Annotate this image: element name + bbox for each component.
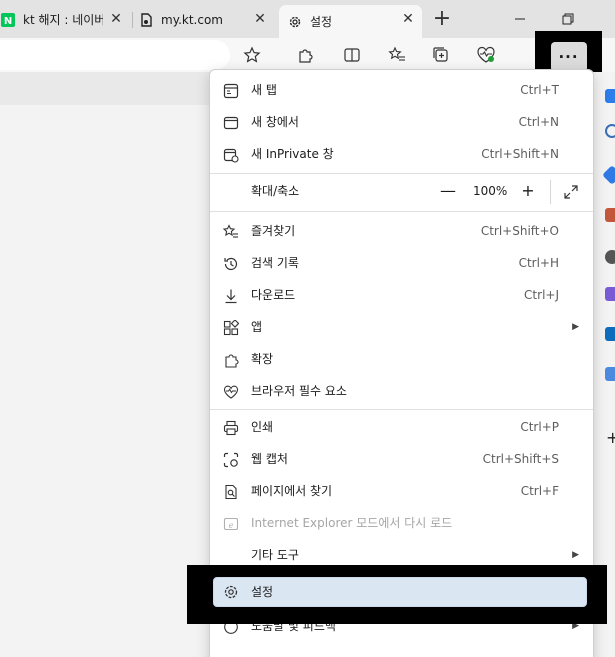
menu-label: Internet Explorer 모드에서 다시 로드 — [251, 516, 453, 530]
menu-label: 브라우저 필수 요소 — [251, 384, 347, 398]
copilot-icon[interactable] — [605, 89, 615, 103]
inprivate-icon — [222, 146, 240, 164]
tab-strip: N kt 해지 : 네이버 ✕ my.kt.com ✕ 설정 ✕ + — [0, 0, 615, 38]
tab-naver[interactable]: N kt 해지 : 네이버 ✕ — [0, 5, 130, 34]
tab-title: 설정 — [310, 15, 333, 29]
browser-essentials-icon[interactable] — [474, 43, 498, 67]
tab-title: kt 해지 : 네이버 — [23, 13, 103, 27]
tab-settings[interactable]: 설정 ✕ — [279, 5, 422, 38]
favorites-icon — [222, 223, 240, 241]
menu-label: 검색 기록 — [251, 256, 299, 270]
menu-shortcut: Ctrl+J — [524, 288, 559, 302]
new-window-icon — [222, 114, 240, 132]
tools-icon[interactable] — [605, 208, 615, 222]
extensions-icon — [222, 351, 240, 369]
menu-extensions[interactable]: 확장 — [210, 343, 593, 375]
menu-label: 새 탭 — [251, 83, 277, 97]
tab-divider — [132, 12, 133, 28]
svg-text:N: N — [4, 16, 12, 27]
microsoft365-icon[interactable] — [605, 287, 615, 301]
svg-text:e: e — [229, 521, 234, 530]
collections-icon[interactable] — [429, 43, 453, 67]
restore-icon[interactable] — [556, 8, 580, 30]
web-capture-icon — [222, 451, 240, 469]
menu-new-inprivate[interactable]: 새 InPrivate 창 Ctrl+Shift+N — [210, 138, 593, 170]
menu-divider — [210, 173, 593, 174]
menu-shortcut: Ctrl+F — [520, 484, 559, 498]
new-tab-icon — [222, 82, 240, 100]
page-icon — [138, 12, 154, 28]
zoom-out-button[interactable]: — — [436, 175, 460, 207]
outlook-icon[interactable] — [605, 327, 615, 341]
zoom-in-button[interactable]: + — [516, 175, 540, 207]
close-tab-icon[interactable]: ✕ — [400, 11, 416, 27]
submenu-arrow-icon: ▶ — [572, 322, 579, 332]
print-icon — [222, 419, 240, 437]
download-icon — [222, 287, 240, 305]
menu-shortcut: Ctrl+Shift+S — [482, 452, 559, 466]
menu-shortcut: Ctrl+Shift+O — [480, 224, 559, 238]
menu-label: 새 InPrivate 창 — [251, 147, 334, 161]
address-bar[interactable] — [0, 40, 230, 70]
tab-my-kt[interactable]: my.kt.com ✕ — [138, 5, 274, 34]
menu-new-tab[interactable]: 새 탭 Ctrl+T — [210, 74, 593, 106]
gear-icon — [287, 14, 303, 30]
menu-label: 설정 — [251, 585, 274, 599]
browser-essentials-icon — [222, 383, 240, 401]
extensions-icon[interactable] — [293, 43, 317, 67]
menu-browser-essentials[interactable]: 브라우저 필수 요소 — [210, 375, 593, 407]
menu-label: 인쇄 — [251, 420, 274, 434]
menu-shortcut: Ctrl+Shift+N — [481, 147, 559, 161]
menu-web-capture[interactable]: 웹 캡처 Ctrl+Shift+S — [210, 443, 593, 475]
menu-zoom: 확대/축소 — 100% + — [210, 175, 593, 207]
menu-label: 새 창에서 — [251, 115, 299, 129]
find-page-icon — [222, 483, 240, 501]
tab-title: my.kt.com — [161, 12, 223, 27]
apps-icon — [222, 319, 240, 337]
minimize-icon[interactable] — [508, 8, 532, 30]
split-screen-icon[interactable] — [340, 43, 364, 67]
fullscreen-icon[interactable] — [560, 181, 582, 203]
menu-print[interactable]: 인쇄 Ctrl+P — [210, 411, 593, 443]
menu-shortcut: Ctrl+H — [518, 256, 559, 270]
menu-shortcut: Ctrl+T — [520, 83, 559, 97]
search-icon[interactable] — [605, 124, 615, 138]
menu-downloads[interactable]: 다운로드 Ctrl+J — [210, 279, 593, 311]
menu-new-window[interactable]: 새 창에서 Ctrl+N — [210, 106, 593, 138]
toolbar — [0, 38, 615, 72]
menu-label: 웹 캡처 — [251, 452, 288, 466]
naver-icon: N — [0, 12, 16, 28]
favorite-star-icon[interactable] — [240, 43, 264, 67]
settings-and-more-button[interactable]: ··· — [550, 42, 587, 72]
zoom-level: 100% — [473, 184, 508, 198]
menu-label: 페이지에서 찾기 — [251, 484, 333, 498]
menu-divider — [210, 211, 593, 212]
close-tab-icon[interactable]: ✕ — [252, 11, 268, 27]
menu-find-on-page[interactable]: 페이지에서 찾기 Ctrl+F — [210, 475, 593, 507]
favorites-icon[interactable] — [385, 43, 409, 67]
menu-history[interactable]: 검색 기록 Ctrl+H — [210, 247, 593, 279]
menu-label: 앱 — [251, 320, 263, 334]
gear-icon — [222, 583, 240, 601]
internet-explorer-icon: e — [222, 515, 240, 533]
menu-shortcut: Ctrl+P — [520, 420, 559, 434]
add-sidebar-icon[interactable]: + — [606, 428, 615, 447]
menu-favorites[interactable]: 즐겨찾기 Ctrl+Shift+O — [210, 215, 593, 247]
menu-divider — [210, 409, 593, 410]
drop-icon[interactable] — [605, 367, 615, 381]
close-tab-icon[interactable]: ✕ — [108, 11, 124, 27]
menu-ie-mode: e Internet Explorer 모드에서 다시 로드 — [210, 507, 593, 539]
new-tab-icon[interactable]: + — [431, 8, 453, 31]
menu-label: 확대/축소 — [251, 184, 300, 198]
menu-settings[interactable]: 설정 — [213, 577, 587, 607]
menu-apps[interactable]: 앱 ▶ — [210, 311, 593, 343]
games-icon[interactable] — [605, 250, 615, 264]
menu-shortcut: Ctrl+N — [518, 115, 559, 129]
page-header-strip — [0, 72, 210, 105]
menu-label: 다운로드 — [251, 288, 296, 302]
menu-label: 확장 — [251, 352, 274, 366]
history-icon — [222, 255, 240, 273]
menu-divider — [550, 180, 551, 204]
menu-label: 즐겨찾기 — [251, 224, 296, 238]
